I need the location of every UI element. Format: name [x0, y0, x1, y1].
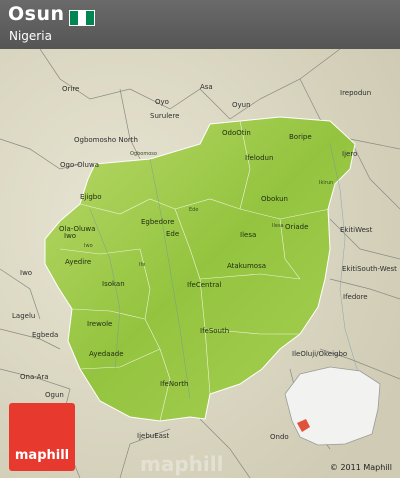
lga-label: Iwo	[64, 232, 77, 240]
lga-label: Egbedore	[141, 218, 175, 226]
lga-label: Ifelodun	[245, 154, 274, 162]
inset-map	[284, 366, 381, 446]
town-label: Ogbomoso	[130, 151, 157, 157]
place-label: IjebuEast	[137, 432, 170, 440]
place-label: Ifedore	[343, 293, 368, 301]
flag-stripe	[86, 11, 94, 25]
town-label: Ife	[139, 262, 146, 268]
copyright-text: © 2011 Maphill	[329, 463, 392, 472]
lga-label: IfeNorth	[160, 380, 189, 388]
lga-label: Obokun	[261, 195, 288, 203]
lga-label: Isokan	[102, 280, 125, 288]
place-label: IleOluji/Okeigbo	[292, 350, 348, 358]
header-bar: Osun Nigeria	[0, 0, 400, 49]
place-label: Egbeda	[32, 331, 59, 339]
place-label: Ogo-Oluwa	[60, 161, 99, 169]
lga-label: IfeSouth	[200, 327, 230, 335]
inset-country-shape	[284, 366, 381, 446]
place-label: Lagelu	[12, 312, 36, 320]
lga-label: Atakumosa	[227, 262, 267, 270]
town-label: Ede	[189, 207, 199, 213]
watermark: maphill	[140, 452, 224, 476]
flag-stripe	[70, 11, 78, 25]
lga-label: Boripe	[289, 133, 312, 141]
place-label: EkitiSouth-West	[342, 265, 397, 273]
lga-label: IfeCentral	[187, 281, 222, 289]
place-label: Ona-Ara	[20, 373, 49, 381]
place-label: Oyo	[155, 98, 169, 106]
town-label: Ikirun	[319, 180, 334, 186]
lga-label: Oriade	[285, 223, 309, 231]
lga-label: OdoOtin	[222, 129, 251, 137]
region-title: Osun	[8, 3, 65, 25]
town-label: Ilesa	[272, 223, 284, 229]
logo-text: maphill	[14, 448, 70, 463]
place-label: Irepodun	[340, 89, 372, 97]
town-label: Iwo	[84, 243, 93, 249]
place-label: Oyun	[232, 101, 251, 109]
place-label: Ijero	[342, 150, 358, 158]
maphill-logo[interactable]: maphill	[9, 403, 75, 471]
place-label: Ondo	[270, 433, 289, 441]
flag-stripe	[78, 11, 86, 25]
place-label: Orire	[62, 85, 80, 93]
place-label: Iwo	[20, 269, 33, 277]
lga-label: Ayedaade	[89, 350, 124, 358]
place-label: Surulere	[150, 112, 180, 120]
country-subtitle: Nigeria	[9, 29, 52, 43]
nigeria-flag-icon	[69, 10, 95, 26]
lga-label: Ilesa	[240, 231, 257, 239]
place-label: Ogun	[45, 391, 64, 399]
place-label: Asa	[200, 83, 213, 91]
place-label: EkitiWest	[340, 226, 373, 234]
lga-label: Ayedire	[65, 258, 92, 266]
map-page: Osun Nigeria Orire Ogbomosho North Oyo O…	[0, 0, 400, 478]
lga-label: Ejigbo	[80, 193, 102, 201]
lga-label: Irewole	[87, 320, 113, 328]
place-label: Ogbomosho North	[74, 136, 138, 144]
lga-label: Ede	[166, 230, 180, 238]
